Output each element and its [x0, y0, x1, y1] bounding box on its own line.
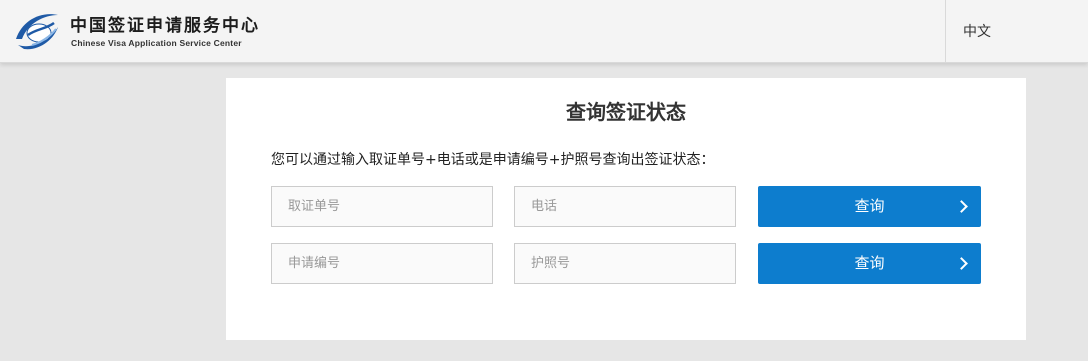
site-header: 中国签证申请服务中心 Chinese Visa Application Serv… — [0, 0, 1088, 63]
visa-status-panel: 查询签证状态 您可以通过输入取证单号+电话或是申请编号+护照号查询出签证状态： … — [226, 78, 1026, 340]
page-title: 查询签证状态 — [566, 100, 686, 124]
query-button-label: 查询 — [854, 198, 885, 215]
application-number-input[interactable] — [271, 243, 493, 284]
site-logo[interactable]: 中国签证申请服务中心 Chinese Visa Application Serv… — [14, 9, 264, 53]
query-button-1[interactable]: 查询 — [758, 186, 981, 227]
logo-chinese-text: 中国签证申请服务中心 — [70, 16, 260, 36]
language-link[interactable]: 中文 — [963, 21, 991, 41]
query-button-label: 查询 — [854, 255, 885, 272]
instruction-text: 您可以通过输入取证单号+电话或是申请编号+护照号查询出签证状态： — [271, 152, 715, 168]
phone-input[interactable] — [514, 186, 736, 227]
collection-number-input[interactable] — [271, 186, 493, 227]
language-switcher: 中文 — [945, 0, 1088, 62]
query-button-2[interactable]: 查询 — [758, 243, 981, 284]
passport-number-input[interactable] — [514, 243, 736, 284]
globe-swoosh-logo-icon — [16, 14, 58, 50]
logo-english-text: Chinese Visa Application Service Center — [71, 38, 242, 48]
